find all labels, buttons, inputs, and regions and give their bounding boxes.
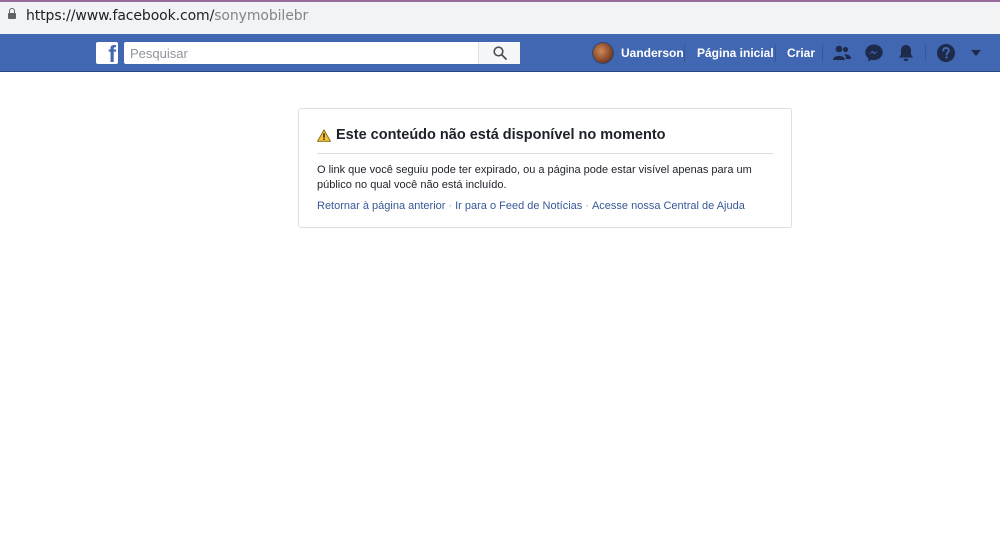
notifications-icon[interactable] [896,43,916,63]
lock-icon [8,8,16,19]
error-links: Retornar à página anterior · Ir para o Fee… [317,200,745,212]
nav-divider [822,44,823,62]
url-host: https://www.facebook.com/ [26,8,215,24]
search-input[interactable] [130,44,470,62]
nav-divider [684,44,685,62]
news-feed-link[interactable]: Ir para o Feed de Notícias [455,200,582,212]
profile-link[interactable]: Uanderson [592,42,684,64]
home-link[interactable]: Página inicial [697,46,774,60]
facebook-logo[interactable]: f [96,42,118,64]
nav-divider [775,44,776,62]
back-link[interactable]: Retornar à página anterior [317,200,445,212]
error-message: O link que você seguiu pode ter expirado… [317,164,752,191]
nav-divider [925,44,926,62]
link-separator: · [448,200,453,212]
url-text[interactable]: https://www.facebook.com/sonymobilebr [26,8,308,24]
search-icon [493,46,507,60]
friends-icon[interactable] [832,43,852,63]
browser-address-bar[interactable]: https://www.facebook.com/sonymobilebr [0,0,1000,34]
search-button[interactable] [478,42,520,64]
facebook-logo-letter: f [108,42,116,64]
help-center-link[interactable]: Acesse nossa Central de Ajuda [592,200,745,212]
link-separator: · [585,200,589,212]
divider [317,153,773,154]
search-box [124,42,520,64]
url-path: sonymobilebr [214,8,309,24]
warning-icon [317,129,331,142]
account-menu-icon[interactable] [970,49,982,57]
user-name: Uanderson [621,46,684,60]
create-link[interactable]: Criar [787,46,815,60]
facebook-top-bar: f Uanderson Página inicial Criar [0,34,1000,72]
avatar [592,42,614,64]
messenger-icon[interactable] [864,43,884,63]
content-unavailable-box: Este conteúdo não está disponível no mom… [298,108,792,228]
help-icon[interactable] [936,43,956,63]
error-title: Este conteúdo não está disponível no mom… [336,127,666,143]
